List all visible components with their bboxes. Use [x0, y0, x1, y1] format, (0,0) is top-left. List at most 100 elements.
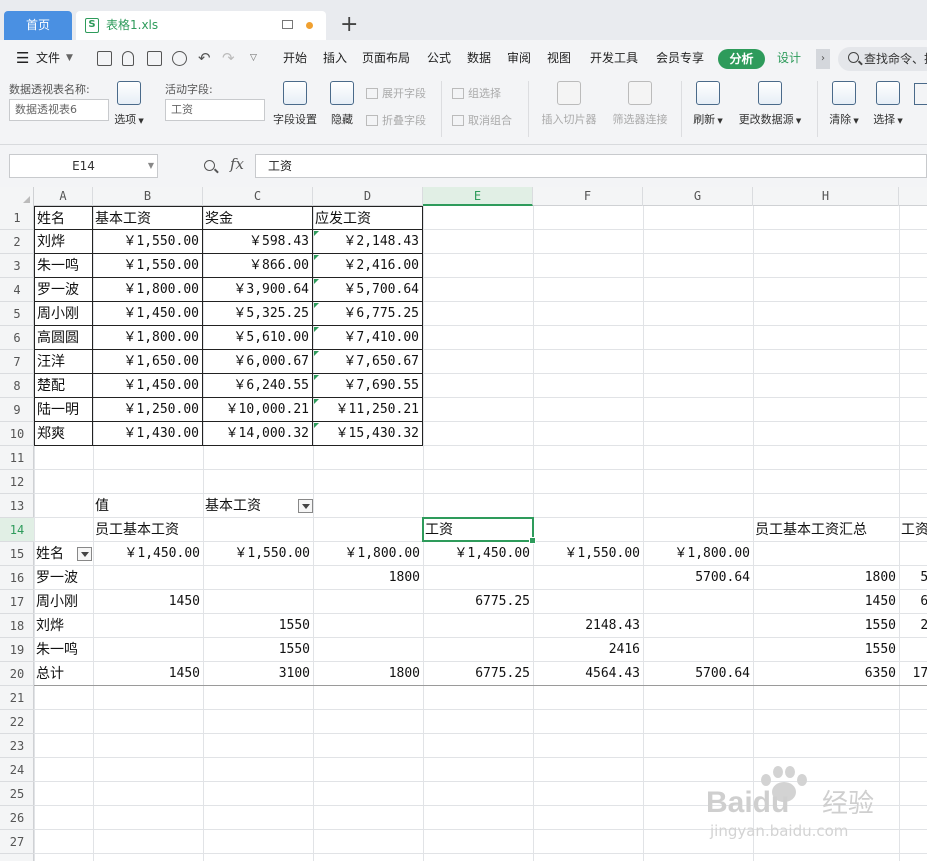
name-cell[interactable]: 刘烨: [34, 230, 93, 254]
menu-analyze[interactable]: 分析: [718, 49, 765, 69]
header-cell[interactable]: 姓名: [34, 206, 93, 230]
pivot-value-cell[interactable]: 5700.64: [643, 566, 753, 590]
row-header-4[interactable]: 4: [0, 278, 34, 302]
row-header-2[interactable]: 2: [0, 230, 34, 254]
pivot-value-cell[interactable]: [313, 614, 423, 638]
column-header-b[interactable]: B: [93, 187, 203, 206]
name-cell[interactable]: 楚配: [34, 374, 93, 398]
pivot-value-cell[interactable]: 57: [899, 566, 927, 590]
menu-view[interactable]: 视图: [547, 40, 571, 77]
row-header-12[interactable]: 12: [0, 470, 34, 494]
pivot-value-cell[interactable]: 1550: [203, 638, 313, 662]
row-header-17[interactable]: 17: [0, 590, 34, 614]
filter-connections-button[interactable]: 筛选器连接: [608, 81, 672, 127]
column-header-next[interactable]: [899, 187, 927, 206]
menu-data[interactable]: 数据: [467, 40, 491, 77]
clear-button[interactable]: 清除 ▼: [826, 81, 862, 127]
value-cell[interactable]: ￥7,410.00: [313, 326, 423, 350]
pivot-value-cell[interactable]: [203, 590, 313, 614]
row-header-24[interactable]: 24: [0, 758, 34, 782]
pivot-name-input[interactable]: 数据透视表6: [9, 99, 109, 121]
pivot-column-value[interactable]: ￥1,800.00: [643, 542, 753, 566]
row-header-14[interactable]: 14: [0, 518, 34, 542]
value-cell[interactable]: ￥5,610.00: [203, 326, 313, 350]
pivot-total-cell[interactable]: 170: [899, 662, 927, 686]
row-header-7[interactable]: 7: [0, 350, 34, 374]
value-cell[interactable]: ￥1,800.00: [93, 326, 203, 350]
tab-home[interactable]: 首页: [4, 11, 72, 40]
value-cell[interactable]: ￥14,000.32: [203, 422, 313, 446]
pivot-value-cell[interactable]: 1800: [313, 566, 423, 590]
pivot-value-cell[interactable]: [643, 614, 753, 638]
value-cell[interactable]: ￥1,550.00: [93, 230, 203, 254]
print-icon[interactable]: [147, 51, 162, 66]
row-header-16[interactable]: 16: [0, 566, 34, 590]
name-cell[interactable]: 朱一鸣: [34, 254, 93, 278]
row-filter-dropdown-icon[interactable]: [77, 547, 92, 561]
pivot-value-cell[interactable]: 1450: [753, 590, 899, 614]
row-header-26[interactable]: 26: [0, 806, 34, 830]
pivot-row-label[interactable]: 周小刚: [34, 590, 93, 614]
value-cell[interactable]: ￥2,148.43: [313, 230, 423, 254]
header-cell[interactable]: 应发工资: [313, 206, 423, 230]
row-header-1[interactable]: 1: [0, 206, 34, 230]
value-cell[interactable]: ￥1,650.00: [93, 350, 203, 374]
value-cell[interactable]: ￥6,775.25: [313, 302, 423, 326]
insert-slicer-button[interactable]: 插入切片器: [538, 81, 600, 127]
row-header-8[interactable]: 8: [0, 374, 34, 398]
undo-icon[interactable]: ↶: [198, 40, 211, 77]
row-header-20[interactable]: 20: [0, 662, 34, 686]
pivot-column-value[interactable]: ￥1,550.00: [203, 542, 313, 566]
pivot-value-cell[interactable]: 1550: [753, 614, 899, 638]
pivot-value-cell[interactable]: 67: [899, 590, 927, 614]
row-header-22[interactable]: 22: [0, 710, 34, 734]
column-header-e[interactable]: E: [423, 187, 533, 206]
row-header-27[interactable]: 27: [0, 830, 34, 854]
hamburger-icon[interactable]: ☰: [16, 40, 29, 77]
value-cell[interactable]: ￥5,325.25: [203, 302, 313, 326]
column-header-h[interactable]: H: [753, 187, 899, 206]
name-cell[interactable]: 汪洋: [34, 350, 93, 374]
pivot-column-group[interactable]: 工资: [899, 518, 927, 542]
ungroup-button[interactable]: 取消组合: [452, 112, 512, 128]
field-settings-button[interactable]: 字段设置: [270, 81, 320, 127]
row-header-9[interactable]: 9: [0, 398, 34, 422]
value-cell[interactable]: ￥598.43: [203, 230, 313, 254]
quick-access-dropdown-icon[interactable]: ▽: [250, 40, 257, 77]
row-header-6[interactable]: 6: [0, 326, 34, 350]
value-cell[interactable]: ￥1,450.00: [93, 374, 203, 398]
pivot-value-cell[interactable]: [313, 638, 423, 662]
row-header-5[interactable]: 5: [0, 302, 34, 326]
pivot-column-group[interactable]: 员工基本工资: [93, 518, 393, 542]
redo-icon[interactable]: ↷: [222, 40, 235, 77]
value-cell[interactable]: ￥10,000.21: [203, 398, 313, 422]
collapse-field-button[interactable]: 折叠字段: [366, 112, 426, 128]
row-header-10[interactable]: 10: [0, 422, 34, 446]
menu-start[interactable]: 开始: [283, 40, 307, 77]
pivot-row-label[interactable]: 罗一波: [34, 566, 93, 590]
name-cell[interactable]: 陆一明: [34, 398, 93, 422]
pivot-row-label[interactable]: 朱一鸣: [34, 638, 93, 662]
expand-field-button[interactable]: 展开字段: [366, 85, 426, 101]
value-cell[interactable]: ￥2,416.00: [313, 254, 423, 278]
pivot-value-cell[interactable]: [313, 590, 423, 614]
options-button[interactable]: 选项 ▼: [112, 81, 146, 127]
pivot-value-cell[interactable]: [93, 614, 203, 638]
command-search[interactable]: 查找命令、搜: [838, 47, 927, 71]
value-cell[interactable]: ￥7,690.55: [313, 374, 423, 398]
pivot-total-cell[interactable]: 5700.64: [643, 662, 753, 686]
row-header-13[interactable]: 13: [0, 494, 34, 518]
column-header-c[interactable]: C: [203, 187, 313, 206]
value-cell[interactable]: ￥15,430.32: [313, 422, 423, 446]
pivot-row-label[interactable]: 刘烨: [34, 614, 93, 638]
menu-formula[interactable]: 公式: [427, 40, 451, 77]
value-cell[interactable]: ￥1,430.00: [93, 422, 203, 446]
value-cell[interactable]: ￥1,450.00: [93, 302, 203, 326]
pivot-column-value[interactable]: ￥1,550.00: [533, 542, 643, 566]
column-header-f[interactable]: F: [533, 187, 643, 206]
pivot-column-value[interactable]: ￥1,450.00: [93, 542, 203, 566]
row-header-21[interactable]: 21: [0, 686, 34, 710]
pivot-value-cell[interactable]: [643, 590, 753, 614]
row-header-25[interactable]: 25: [0, 782, 34, 806]
ribbon-scroll-right-icon[interactable]: ›: [816, 49, 830, 69]
